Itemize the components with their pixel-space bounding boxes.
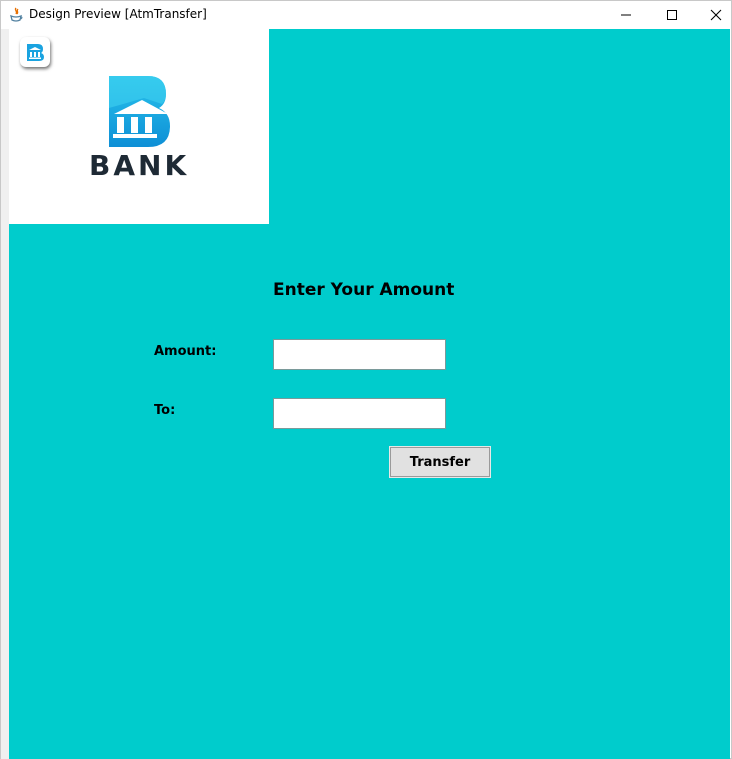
window-title: Design Preview [AtmTransfer] — [29, 7, 207, 21]
amount-label: Amount: — [154, 344, 217, 359]
logo-panel: BANK — [9, 29, 269, 224]
minimize-button[interactable] — [603, 1, 649, 29]
transfer-button[interactable]: Transfer — [389, 446, 491, 478]
bank-wordmark: BANK — [89, 149, 190, 182]
to-account-input[interactable] — [273, 398, 446, 429]
app-window: Design Preview [AtmTransfer] BANK Enter … — [0, 0, 732, 759]
minimize-icon — [621, 14, 631, 16]
bank-building-icon — [104, 74, 174, 149]
title-bar[interactable]: Design Preview [AtmTransfer] — [1, 1, 731, 29]
content-panel: BANK Enter Your Amount Amount: To: Trans… — [9, 29, 730, 759]
close-button[interactable] — [693, 1, 732, 29]
to-label: To: — [154, 403, 176, 418]
maximize-icon — [667, 10, 677, 20]
close-icon — [710, 9, 722, 21]
java-icon — [9, 7, 23, 23]
window-left-edge — [1, 29, 9, 759]
amount-input[interactable] — [273, 339, 446, 370]
app-bank-icon — [20, 37, 50, 67]
maximize-button[interactable] — [649, 1, 695, 29]
form-heading: Enter Your Amount — [273, 280, 455, 300]
